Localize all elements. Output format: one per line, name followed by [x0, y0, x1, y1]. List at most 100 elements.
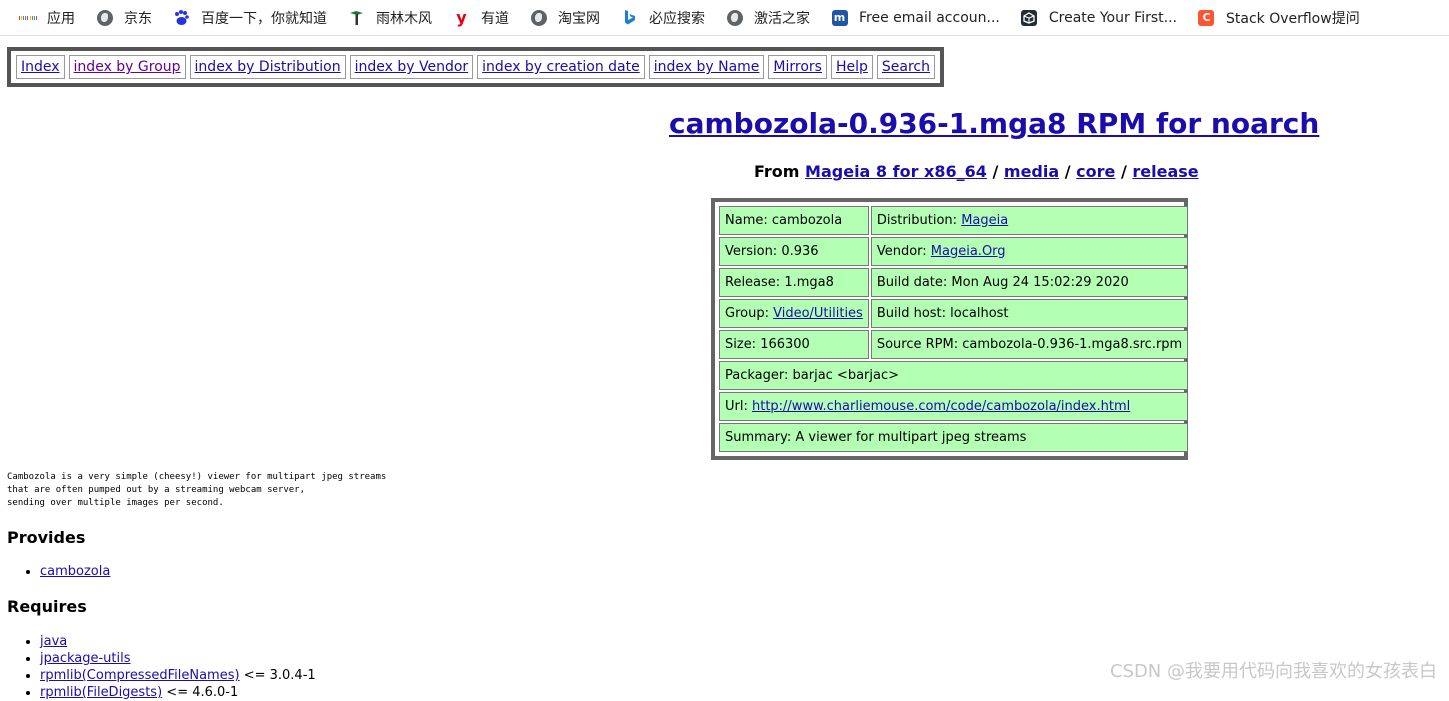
distro-link[interactable]: Mageia 8 for x86_64: [805, 162, 987, 181]
bookmark-taobao[interactable]: 淘宝网: [530, 8, 600, 28]
url-link[interactable]: http://www.charliemouse.com/code/cambozo…: [752, 399, 1130, 414]
nav-link-mirrors[interactable]: Mirrors: [773, 59, 822, 75]
build-host-label: Build host:: [876, 305, 951, 321]
bookmarks-bar: 应用 京东 百度一下，你就知道 雨林木风 y 有道 淘宝网 必应搜索 激活之家: [0, 0, 1449, 36]
requires-version: <= 3.0.4-1: [243, 668, 316, 683]
media-link[interactable]: media: [1004, 162, 1059, 181]
bookmark-jd[interactable]: 京东: [96, 8, 152, 28]
nav-cell: Help: [830, 55, 873, 79]
vendor-link[interactable]: Mageia.Org: [931, 244, 1006, 259]
url-cell: Url: http://www.charliemouse.com/code/ca…: [719, 392, 1189, 421]
bookmark-label: 淘宝网: [558, 10, 600, 27]
nav-link-name[interactable]: index by Name: [654, 59, 760, 75]
csdn-watermark: CSDN @我要用代码向我喜欢的女孩表白: [1109, 661, 1437, 682]
nav-menu: Index index by Group index by Distributi…: [7, 47, 944, 87]
bookmark-email[interactable]: m Free email accoun...: [831, 9, 1000, 26]
separator: /: [1120, 162, 1127, 181]
separator: /: [1064, 162, 1071, 181]
bookmark-baidu[interactable]: 百度一下，你就知道: [173, 8, 327, 28]
bookmark-youdao[interactable]: y 有道: [453, 8, 509, 28]
nav-link-group[interactable]: index by Group: [74, 59, 181, 75]
nav-link-vendor[interactable]: index by Vendor: [355, 59, 469, 75]
vendor-label: Vendor:: [876, 243, 931, 259]
packager-label: Packager:: [725, 367, 793, 383]
version-label: Version:: [725, 243, 782, 259]
vendor-cell: Vendor: Mageia.Org: [870, 237, 1189, 266]
bookmark-jihuo[interactable]: 激活之家: [726, 8, 810, 28]
bookmark-bing[interactable]: 必应搜索: [621, 8, 705, 28]
nav-cell: index by creation date: [477, 55, 645, 79]
bookmark-label: Stack Overflow提问: [1225, 10, 1360, 27]
summary-cell: Summary: A viewer for multipart jpeg str…: [719, 423, 1189, 452]
version-value: 0.936: [781, 243, 819, 259]
list-item: rpmlib(CompressedFileNames) <= 3.0.4-1: [40, 667, 316, 684]
baidu-paw-icon: [173, 9, 190, 26]
source-rpm-label: Source RPM:: [876, 336, 963, 352]
release-label: Release:: [725, 274, 785, 290]
globe-icon: [726, 9, 743, 26]
nav-cell: Index: [16, 55, 65, 79]
core-link[interactable]: core: [1076, 162, 1115, 181]
size-value: 166300: [760, 336, 810, 352]
list-item: jpackage-utils: [40, 650, 316, 667]
name-value: cambozola: [771, 212, 843, 228]
list-item: rpmlib(FileDigests) <= 4.6.0-1: [40, 684, 316, 701]
list-item: cambozola: [40, 563, 110, 580]
build-host-cell: Build host: localhost: [870, 299, 1189, 328]
requires-heading: Requires: [7, 597, 87, 616]
from-line: From Mageia 8 for x86_64 / media / core …: [754, 162, 1199, 181]
requires-link-rpmlib-filedigests[interactable]: rpmlib(FileDigests): [40, 685, 162, 700]
release-link[interactable]: release: [1132, 162, 1198, 181]
nav-link-search[interactable]: Search: [882, 59, 930, 75]
bookmark-label: 必应搜索: [649, 10, 705, 27]
apps-grid-icon: [19, 9, 36, 26]
bookmark-unity[interactable]: Create Your First...: [1021, 9, 1177, 26]
packager-cell: Packager: barjac <barjac>: [719, 361, 1189, 390]
bookmark-apps[interactable]: 应用: [19, 8, 75, 28]
globe-icon: [96, 9, 113, 26]
ylmf-tree-icon: [348, 9, 365, 26]
requires-link-jpackage-utils[interactable]: jpackage-utils: [40, 651, 131, 666]
build-date-cell: Build date: Mon Aug 24 15:02:29 2020: [870, 268, 1189, 297]
requires-link-java[interactable]: java: [40, 634, 67, 649]
nav-cell: Search: [876, 55, 935, 79]
summary-value: A viewer for multipart jpeg streams: [795, 429, 1027, 445]
bookmark-ylmf[interactable]: 雨林木风: [348, 8, 432, 28]
distribution-label: Distribution:: [876, 212, 962, 228]
nav-cell: Mirrors: [768, 55, 827, 79]
mail-icon: m: [831, 9, 848, 26]
provides-link-cambozola[interactable]: cambozola: [40, 564, 110, 579]
nav-link-help[interactable]: Help: [836, 59, 868, 75]
nav-cell: index by Vendor: [349, 55, 474, 79]
release-cell: Release: 1.mga8: [719, 268, 869, 297]
requires-link-rpmlib-compressedfilenames[interactable]: rpmlib(CompressedFileNames): [40, 668, 240, 683]
page-title[interactable]: cambozola-0.936-1.mga8 RPM for noarch: [669, 107, 1319, 140]
list-item: java: [40, 633, 316, 650]
bookmark-label: 激活之家: [754, 10, 810, 27]
csdn-icon: C: [1198, 9, 1215, 26]
nav-cell: index by Distribution: [189, 55, 346, 79]
build-date-label: Build date:: [876, 274, 952, 290]
bookmark-label: 有道: [481, 10, 509, 27]
distribution-link[interactable]: Mageia: [961, 213, 1008, 228]
bookmark-label: 百度一下，你就知道: [201, 10, 327, 27]
youdao-icon: y: [456, 8, 467, 27]
release-value: 1.mga8: [784, 274, 834, 290]
group-link[interactable]: Video/Utilities: [773, 306, 863, 321]
nav-link-index[interactable]: Index: [21, 59, 60, 75]
source-rpm-cell: Source RPM: cambozola-0.936-1.mga8.src.r…: [870, 330, 1189, 359]
build-host-value: localhost: [950, 305, 1009, 321]
summary-label: Summary:: [725, 429, 796, 445]
group-label: Group:: [725, 305, 774, 321]
bookmark-label: 应用: [47, 10, 75, 27]
provides-heading: Provides: [7, 528, 86, 547]
url-label: Url:: [725, 398, 752, 414]
nav-link-creation-date[interactable]: index by creation date: [482, 59, 640, 75]
bookmark-stackoverflow[interactable]: C Stack Overflow提问: [1198, 8, 1360, 28]
nav-link-distribution[interactable]: index by Distribution: [195, 59, 341, 75]
bookmark-label: 雨林木风: [376, 10, 432, 27]
packager-value: barjac <barjac>: [792, 367, 900, 383]
name-label: Name:: [725, 212, 772, 228]
package-description: Cambozola is a very simple (cheesy!) vie…: [7, 472, 387, 508]
name-cell: Name: cambozola: [719, 206, 869, 235]
